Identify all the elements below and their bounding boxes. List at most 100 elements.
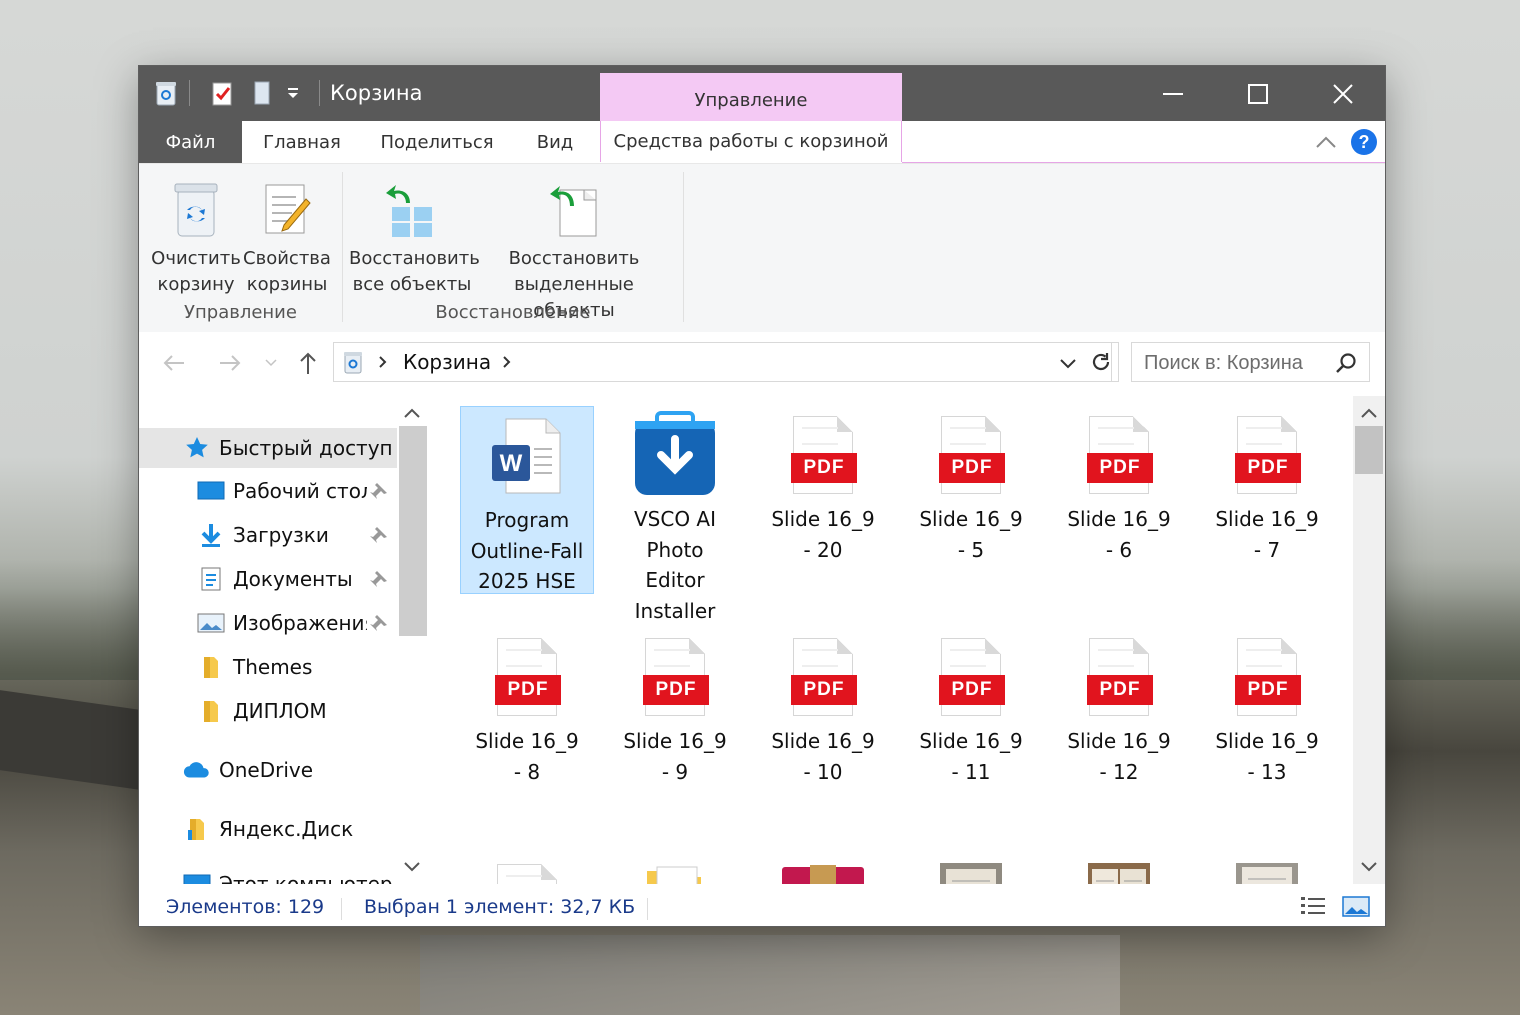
search-input[interactable] [1142, 349, 1336, 377]
pin-icon[interactable] [369, 613, 389, 638]
nav-quick-access[interactable]: Быстрый доступ [139, 428, 397, 468]
file-name-line: Program [484, 508, 570, 532]
address-bar[interactable]: Корзина [333, 342, 1112, 382]
file-name-line: - 11 [951, 759, 991, 784]
file-item[interactable]: PDF Slide 16_9 - 20 [756, 406, 890, 565]
nav-onedrive[interactable]: OneDrive [139, 750, 397, 790]
file-item[interactable]: PDF Slide 16_9 - 13 [1200, 628, 1334, 787]
nav-themes[interactable]: Themes [139, 647, 397, 687]
pdf-file-icon: PDF [460, 854, 594, 884]
nav-downloads[interactable]: Загрузки [139, 515, 397, 555]
new-folder-quick-icon[interactable] [247, 79, 277, 107]
status-separator [647, 898, 648, 920]
collapse-ribbon-icon[interactable] [1311, 121, 1341, 163]
scroll-down-icon[interactable] [401, 856, 423, 878]
nav-label: Документы [233, 567, 353, 591]
file-name-line: Slide 16_9 [1215, 729, 1319, 753]
minimize-button[interactable] [1130, 66, 1215, 121]
file-name-line: Installer [634, 598, 716, 623]
scroll-up-icon[interactable] [401, 402, 423, 424]
scroll-down-icon[interactable] [1358, 856, 1380, 878]
tab-view[interactable]: Вид [523, 121, 587, 163]
file-item[interactable]: PDF Slide 16_9 - 12 [1052, 628, 1186, 787]
breadcrumb-recycle-bin[interactable]: Корзина [403, 350, 491, 374]
pdf-file-icon: PDF [904, 628, 1038, 726]
scroll-up-icon[interactable] [1358, 402, 1380, 424]
star-icon [183, 434, 211, 462]
pdf-file-icon: PDF [756, 406, 890, 504]
nav-scrollbar[interactable] [397, 396, 427, 884]
nav-pictures[interactable]: Изображения [139, 603, 397, 643]
file-item[interactable]: PDF Slide 16_9 - 11 [904, 628, 1038, 787]
large-icons-view-icon[interactable] [1342, 894, 1370, 925]
pin-icon[interactable] [369, 525, 389, 550]
quick-access-dropdown-icon[interactable] [281, 79, 305, 107]
context-tab-manage[interactable]: Управление [600, 73, 902, 121]
recycle-bin-icon [151, 176, 241, 242]
address-dropdown-chevron-icon[interactable] [1059, 355, 1077, 374]
search-icon[interactable] [1335, 352, 1357, 378]
file-item[interactable]: PDF Slide 16_9 - 5 [904, 406, 1038, 565]
pdf-file-icon: PDF [1200, 406, 1334, 504]
file-name-line: - 8 [513, 759, 541, 784]
file-name-line: - 10 [803, 759, 843, 784]
file-name-line: - 12 [1099, 759, 1139, 784]
nav-yandex-disk[interactable]: Яндекс.Диск [139, 809, 397, 849]
pdf-file-icon: PDF [608, 628, 742, 726]
folder-icon [197, 697, 225, 725]
file-item[interactable]: PDF Slide 16_9 - 6 [1052, 406, 1186, 565]
empty-label-line2: корзину [157, 274, 235, 295]
refresh-button[interactable] [1084, 342, 1119, 382]
file-item[interactable]: VSCO AI Photo Editor Installer [608, 406, 742, 626]
file-item[interactable]: PDF Slide 16_9 - 8 [460, 628, 594, 787]
tab-home[interactable]: Главная [252, 121, 352, 163]
file-item[interactable]: PDF [608, 854, 742, 884]
file-item[interactable]: W Program Outline-Fall 2025 HSE [460, 406, 594, 594]
recycle-bin-properties-button[interactable]: Свойства корзины [242, 176, 332, 298]
breadcrumb-chevron-icon[interactable] [378, 354, 388, 373]
tab-recycle-bin-tools[interactable]: Средства работы с корзиной [600, 121, 902, 162]
file-item[interactable] [904, 854, 1038, 884]
pin-icon[interactable] [369, 569, 389, 594]
file-item[interactable]: PDF [460, 854, 594, 884]
file-item[interactable]: PDF Slide 16_9 - 7 [1200, 406, 1334, 565]
restore-all-button[interactable]: Восстановить все объекты [349, 176, 480, 298]
file-name-line: - 6 [1105, 537, 1133, 562]
tab-file[interactable]: Файл [139, 121, 242, 163]
close-button[interactable] [1300, 66, 1385, 121]
nav-this-pc[interactable]: Этот компьютер [139, 864, 397, 884]
nav-scroll-thumb[interactable] [399, 426, 427, 636]
forward-arrow-icon[interactable] [215, 348, 245, 378]
empty-recycle-bin-button[interactable]: Очистить корзину [151, 176, 241, 298]
file-name-line: Slide 16_9 [1067, 507, 1171, 531]
up-arrow-icon[interactable] [293, 348, 323, 378]
maximize-button[interactable] [1215, 66, 1300, 121]
file-item[interactable]: PDF Slide 16_9 - 10 [756, 628, 890, 787]
file-name-line: Slide 16_9 [771, 729, 875, 753]
content-scrollbar[interactable] [1353, 396, 1385, 884]
back-arrow-icon[interactable] [159, 348, 189, 378]
nav-label: OneDrive [219, 758, 314, 782]
item-count: Элементов: 129 [166, 896, 325, 918]
word-file-icon: W [461, 407, 593, 505]
svg-text:?: ? [1359, 132, 1370, 152]
nav-diploma[interactable]: ДИПЛОМ [139, 691, 397, 731]
file-item[interactable] [756, 854, 890, 884]
details-view-icon[interactable] [1299, 894, 1327, 925]
file-item[interactable] [1200, 854, 1334, 884]
file-name-line: - 5 [957, 537, 985, 562]
recent-locations-chevron-icon[interactable] [257, 348, 285, 378]
file-name-line: - 13 [1247, 759, 1287, 784]
properties-quick-icon[interactable] [207, 79, 237, 107]
help-icon[interactable]: ? [1349, 121, 1379, 163]
breadcrumb-chevron-icon[interactable] [502, 354, 512, 373]
nav-label: Изображения [233, 611, 367, 635]
nav-documents[interactable]: Документы [139, 559, 397, 599]
tab-share[interactable]: Поделиться [374, 121, 500, 163]
content-scroll-thumb[interactable] [1355, 426, 1383, 474]
ribbon-tabs: Файл Главная Поделиться Вид Средства раб… [139, 121, 1385, 163]
pin-icon[interactable] [369, 481, 389, 506]
file-item[interactable] [1052, 854, 1186, 884]
nav-desktop[interactable]: Рабочий стол [139, 471, 397, 511]
file-item[interactable]: PDF Slide 16_9 - 9 [608, 628, 742, 787]
